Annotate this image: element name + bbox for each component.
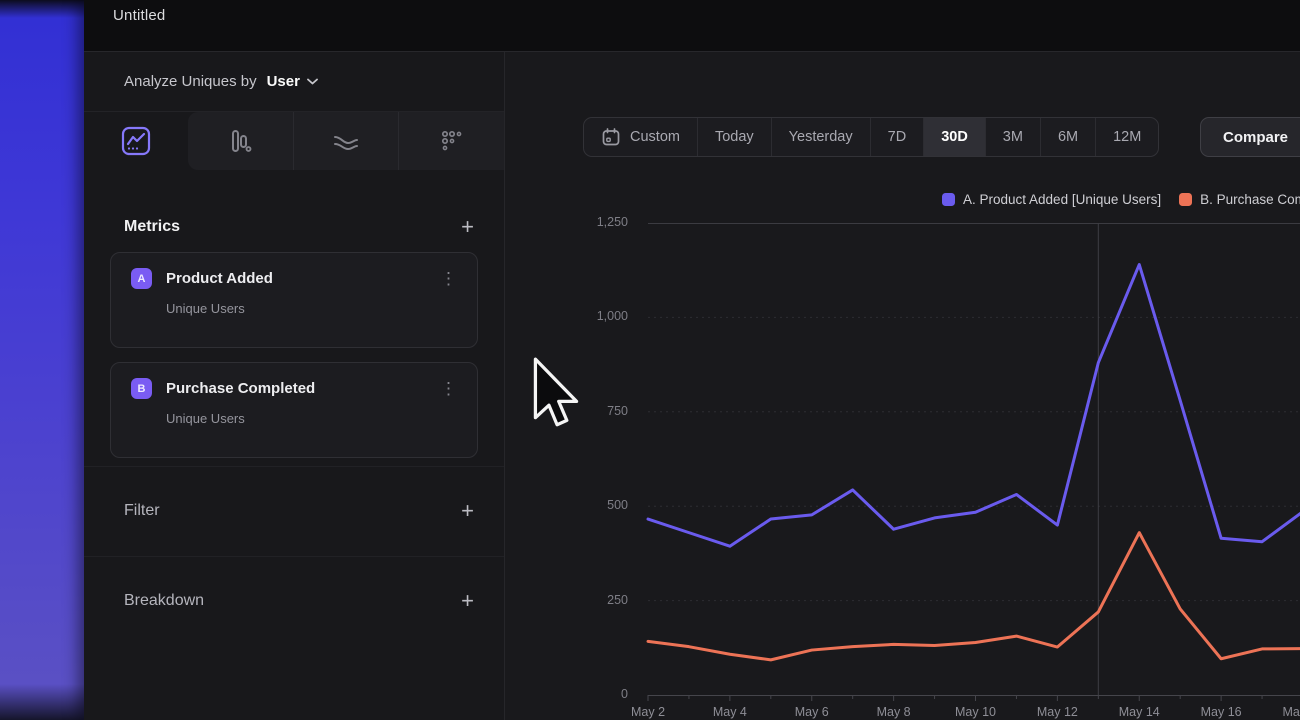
- legend-item[interactable]: B. Purchase Completed [Unique Users]: [1179, 192, 1300, 207]
- legend-swatch: [1179, 193, 1192, 206]
- breakdown-title: Breakdown: [124, 592, 204, 610]
- range-label: Custom: [630, 129, 680, 145]
- query-sidebar: Analyze Uniques by User: [84, 52, 505, 720]
- filter-header: Filter +: [124, 496, 474, 526]
- range-label: Yesterday: [789, 129, 853, 145]
- series-line[interactable]: [648, 533, 1300, 660]
- filter-title: Filter: [124, 502, 160, 520]
- legend-label: A. Product Added [Unique Users]: [963, 192, 1161, 207]
- line-chart-plot[interactable]: May 2May 4May 6May 8May 10May 12May 14Ma…: [648, 223, 1300, 720]
- range-3m[interactable]: 3M: [985, 118, 1040, 156]
- top-bar: Untitled: [84, 0, 1300, 52]
- legend-label: B. Purchase Completed [Unique Users]: [1200, 192, 1300, 207]
- metric-name: Product Added: [166, 270, 422, 287]
- breakdown-header: Breakdown +: [124, 586, 474, 616]
- chart-panel: Custom Today Yesterday 7D 30D 3M 6M 12M Compare…: [505, 52, 1300, 720]
- tab-flows[interactable]: [293, 112, 399, 170]
- compare-button[interactable]: Compare: [1200, 117, 1300, 157]
- y-axis-tick-label: 1,250: [505, 215, 628, 229]
- retention-dots-icon: [439, 128, 465, 154]
- section-divider: [84, 466, 504, 467]
- x-axis-tick-label: May 10: [955, 705, 996, 719]
- app-window: Untitled Analyze Uniques by User: [0, 0, 1300, 720]
- metric-badge-b: B: [131, 378, 152, 399]
- range-yesterday[interactable]: Yesterday: [771, 118, 870, 156]
- range-6m[interactable]: 6M: [1040, 118, 1095, 156]
- range-today[interactable]: Today: [697, 118, 771, 156]
- x-axis-tick-label: May 18: [1283, 705, 1300, 719]
- flows-icon: [332, 127, 360, 155]
- metric-card-b[interactable]: B Purchase Completed ⋮ Unique Users: [110, 362, 478, 458]
- chevron-down-icon: [307, 78, 318, 85]
- x-axis-tick-label: May 16: [1201, 705, 1242, 719]
- legend-item[interactable]: A. Product Added [Unique Users]: [942, 192, 1161, 207]
- range-label: 6M: [1058, 129, 1078, 145]
- date-range-selector: Custom Today Yesterday 7D 30D 3M 6M 12M: [583, 117, 1159, 157]
- range-12m[interactable]: 12M: [1095, 118, 1158, 156]
- analyze-by-value: User: [267, 73, 300, 90]
- metric-card-a[interactable]: A Product Added ⋮ Unique Users: [110, 252, 478, 348]
- kebab-menu-icon[interactable]: ⋮: [436, 268, 461, 289]
- background-gradient-strip: [0, 0, 84, 720]
- range-label: 12M: [1113, 129, 1141, 145]
- range-custom[interactable]: Custom: [584, 118, 697, 156]
- y-axis-tick-label: 750: [505, 404, 628, 418]
- add-filter-button[interactable]: +: [461, 500, 474, 522]
- range-label: Today: [715, 129, 754, 145]
- metrics-header: Metrics +: [124, 212, 474, 242]
- range-label: 7D: [888, 129, 907, 145]
- line-chart-icon: [121, 126, 151, 156]
- legend-swatch: [942, 193, 955, 206]
- analytics-app: Untitled Analyze Uniques by User: [84, 0, 1300, 720]
- y-axis-tick-label: 250: [505, 593, 628, 607]
- x-axis-tick-label: May 6: [795, 705, 829, 719]
- y-axis-tick-label: 0: [505, 687, 628, 701]
- add-metric-button[interactable]: +: [461, 216, 474, 238]
- tab-line-chart[interactable]: [84, 112, 188, 170]
- section-divider: [84, 556, 504, 557]
- metric-badge-a: A: [131, 268, 152, 289]
- x-axis-tick-label: May 12: [1037, 705, 1078, 719]
- analyze-label: Analyze Uniques by: [124, 73, 257, 90]
- chart-type-tab-group: [188, 112, 504, 170]
- analyze-by-row: Analyze Uniques by User: [84, 52, 504, 112]
- x-axis-tick-label: May 2: [631, 705, 665, 719]
- x-axis-tick-label: May 8: [877, 705, 911, 719]
- metric-subtitle[interactable]: Unique Users: [166, 301, 461, 316]
- add-breakdown-button[interactable]: +: [461, 590, 474, 612]
- metric-name: Purchase Completed: [166, 380, 422, 397]
- calendar-icon: [601, 127, 621, 147]
- chart-legend: A. Product Added [Unique Users] B. Purcha…: [942, 192, 1300, 207]
- x-axis-tick-label: May 14: [1119, 705, 1160, 719]
- range-label: 30D: [941, 129, 968, 145]
- x-axis-tick-label: May 4: [713, 705, 747, 719]
- bar-chart-icon: [227, 128, 253, 154]
- y-axis-tick-label: 1,000: [505, 309, 628, 323]
- range-7d[interactable]: 7D: [870, 118, 924, 156]
- tab-retention[interactable]: [398, 112, 504, 170]
- document-title[interactable]: Untitled: [113, 7, 165, 24]
- analyze-by-dropdown[interactable]: User: [267, 73, 318, 90]
- metric-subtitle[interactable]: Unique Users: [166, 411, 461, 426]
- chart-type-tabs: [84, 112, 504, 170]
- metrics-title: Metrics: [124, 218, 180, 236]
- range-label: 3M: [1003, 129, 1023, 145]
- y-axis-tick-label: 500: [505, 498, 628, 512]
- tab-bar-chart[interactable]: [188, 112, 293, 170]
- range-30d[interactable]: 30D: [923, 118, 985, 156]
- series-line[interactable]: [648, 265, 1300, 547]
- kebab-menu-icon[interactable]: ⋮: [436, 378, 461, 399]
